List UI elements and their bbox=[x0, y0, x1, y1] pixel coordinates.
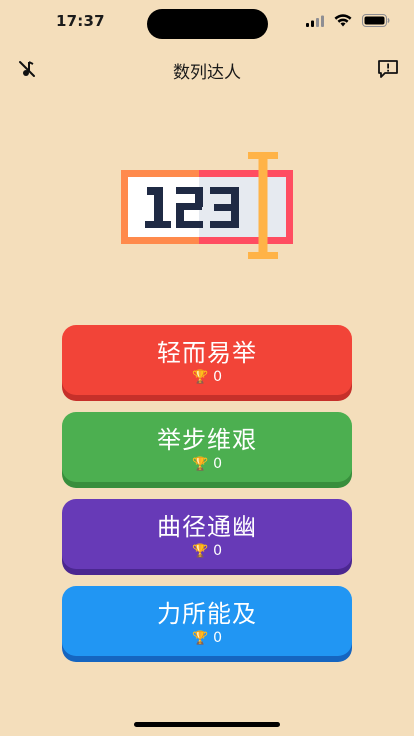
level-title: 轻而易举 bbox=[157, 339, 257, 367]
feedback-button[interactable] bbox=[376, 58, 400, 80]
signal-icon bbox=[306, 15, 324, 27]
level-list: 轻而易举 🏆 0 举步维艰 🏆 0 曲径通幽 🏆 0 力所能及 🏆 0 bbox=[62, 325, 352, 673]
trophy-icon: 🏆 bbox=[191, 630, 209, 646]
trophy-icon: 🏆 bbox=[191, 369, 209, 385]
page-title: 数列达人 bbox=[173, 63, 241, 83]
status-time: 17:37 bbox=[56, 12, 105, 30]
dynamic-island bbox=[147, 9, 268, 39]
trophy-icon: 🏆 bbox=[191, 456, 209, 472]
level-button[interactable]: 轻而易举 🏆 0 bbox=[62, 325, 352, 395]
level-title: 力所能及 bbox=[157, 600, 257, 628]
level-best-score: 🏆 0 bbox=[62, 456, 352, 472]
level-title: 举步维艰 bbox=[157, 426, 257, 454]
level-button[interactable]: 曲径通幽 🏆 0 bbox=[62, 499, 352, 569]
level-button[interactable]: 力所能及 🏆 0 bbox=[62, 586, 352, 656]
level-best-score: 🏆 0 bbox=[62, 630, 352, 646]
level-best-score: 🏆 0 bbox=[62, 543, 352, 559]
feedback-icon bbox=[378, 60, 398, 78]
level-best-score: 🏆 0 bbox=[62, 369, 352, 385]
app-logo bbox=[118, 150, 298, 265]
level-button[interactable]: 举步维艰 🏆 0 bbox=[62, 412, 352, 482]
home-indicator bbox=[134, 722, 280, 727]
score-value: 0 bbox=[213, 630, 223, 646]
trophy-icon: 🏆 bbox=[191, 543, 209, 559]
level-title: 曲径通幽 bbox=[157, 513, 257, 541]
score-value: 0 bbox=[213, 543, 223, 559]
score-value: 0 bbox=[213, 456, 223, 472]
battery-icon bbox=[362, 14, 390, 27]
status-icons bbox=[306, 14, 390, 27]
nav-bar: 数列达人 bbox=[0, 50, 414, 88]
score-value: 0 bbox=[213, 369, 223, 385]
wifi-icon bbox=[334, 14, 352, 27]
status-bar: 17:37 bbox=[0, 0, 414, 44]
